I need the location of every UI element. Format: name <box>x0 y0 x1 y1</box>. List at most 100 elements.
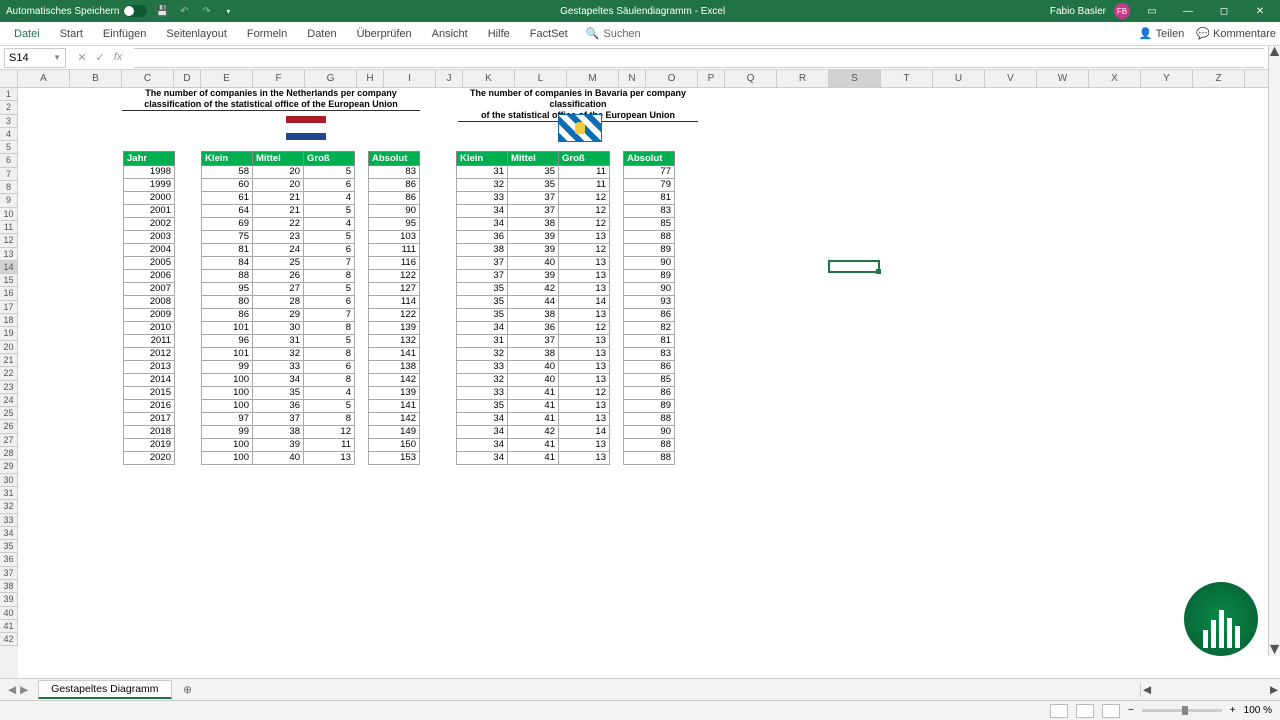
vertical-scrollbar[interactable]: ▲ ▼ <box>1268 46 1280 656</box>
row-header-26[interactable]: 26 <box>0 420 18 433</box>
scroll-left-icon[interactable]: ◀ <box>1141 684 1153 696</box>
table-row[interactable]: 60206 <box>202 179 355 192</box>
col-header-H[interactable]: H <box>357 70 384 87</box>
table-row[interactable]: 383912 <box>457 244 610 257</box>
table-row[interactable]: 2014 <box>124 374 175 387</box>
table-row[interactable]: 353813 <box>457 309 610 322</box>
sheet-tab-active[interactable]: Gestapeltes Diagramm <box>38 680 171 699</box>
col-header-S[interactable]: S <box>829 70 881 87</box>
row-header-21[interactable]: 21 <box>0 354 18 367</box>
table-row[interactable]: 149 <box>369 426 420 439</box>
table-row[interactable]: 2003 <box>124 231 175 244</box>
table-row[interactable]: 95 <box>369 218 420 231</box>
table-row[interactable]: 101328 <box>202 348 355 361</box>
row-header-10[interactable]: 10 <box>0 208 18 221</box>
row-header-30[interactable]: 30 <box>0 474 18 487</box>
table-row[interactable]: 2018 <box>124 426 175 439</box>
table-row[interactable]: 100354 <box>202 387 355 400</box>
row-header-3[interactable]: 3 <box>0 115 18 128</box>
table-row[interactable]: 122 <box>369 270 420 283</box>
row-header-11[interactable]: 11 <box>0 221 18 234</box>
table-row[interactable]: 139 <box>369 387 420 400</box>
sheet-nav-prev-icon[interactable]: ◀ <box>8 684 16 696</box>
table-row[interactable]: 111 <box>369 244 420 257</box>
table-row[interactable]: 101308 <box>202 322 355 335</box>
row-header-1[interactable]: 1 <box>0 88 18 101</box>
close-icon[interactable]: ✕ <box>1246 0 1274 22</box>
row-header-42[interactable]: 42 <box>0 633 18 646</box>
col-header-E[interactable]: E <box>201 70 253 87</box>
view-normal-icon[interactable] <box>1050 704 1068 718</box>
table-row[interactable]: 343612 <box>457 322 610 335</box>
table-row[interactable]: 2012 <box>124 348 175 361</box>
table-row[interactable]: 373913 <box>457 270 610 283</box>
table-row[interactable]: 83 <box>624 205 675 218</box>
col-header-L[interactable]: L <box>515 70 567 87</box>
autosave-toggle[interactable]: Automatisches Speichern <box>6 5 147 17</box>
sheet-nav-next-icon[interactable]: ▶ <box>20 684 28 696</box>
row-header-25[interactable]: 25 <box>0 407 18 420</box>
table-row[interactable]: 81 <box>624 335 675 348</box>
table-row[interactable]: 313511 <box>457 166 610 179</box>
row-header-18[interactable]: 18 <box>0 314 18 327</box>
row-header-20[interactable]: 20 <box>0 341 18 354</box>
table-row[interactable]: 99336 <box>202 361 355 374</box>
table-row[interactable]: 344214 <box>457 426 610 439</box>
horizontal-scrollbar[interactable]: ◀ ▶ <box>1140 683 1280 697</box>
col-header-F[interactable]: F <box>253 70 305 87</box>
table-row[interactable]: 90 <box>624 257 675 270</box>
table-row[interactable]: 90 <box>624 283 675 296</box>
table-row[interactable]: 334013 <box>457 361 610 374</box>
row-header-17[interactable]: 17 <box>0 301 18 314</box>
table-row[interactable]: 142 <box>369 374 420 387</box>
table-row[interactable]: 2001 <box>124 205 175 218</box>
table-row[interactable]: 83 <box>369 166 420 179</box>
row-header-12[interactable]: 12 <box>0 234 18 247</box>
row-header-39[interactable]: 39 <box>0 593 18 606</box>
table-row[interactable]: 85 <box>624 218 675 231</box>
undo-icon[interactable]: ↶ <box>177 4 191 18</box>
table-row[interactable]: 343712 <box>457 205 610 218</box>
select-all-button[interactable] <box>0 70 18 87</box>
view-pagelayout-icon[interactable] <box>1076 704 1094 718</box>
table-row[interactable]: 96315 <box>202 335 355 348</box>
table-row[interactable]: 86 <box>369 192 420 205</box>
table-row[interactable]: 141 <box>369 400 420 413</box>
worksheet-grid[interactable]: ABCDEFGHIJKLMNOPQRSTUVWXYZ 1234567891011… <box>0 70 1280 678</box>
tab-seitenlayout[interactable]: Seitenlayout <box>156 22 237 46</box>
col-header-T[interactable]: T <box>881 70 933 87</box>
table-row[interactable]: 374013 <box>457 257 610 270</box>
col-header-B[interactable]: B <box>70 70 122 87</box>
table-row[interactable]: 2020 <box>124 452 175 465</box>
table-row[interactable]: 323813 <box>457 348 610 361</box>
table-row[interactable]: 100365 <box>202 400 355 413</box>
table-row[interactable]: 132 <box>369 335 420 348</box>
name-box[interactable]: S14 ▼ <box>4 48 66 68</box>
table-row[interactable]: 2013 <box>124 361 175 374</box>
tab-daten[interactable]: Daten <box>297 22 346 46</box>
col-header-Z[interactable]: Z <box>1193 70 1245 87</box>
customize-qat-icon[interactable]: ▾ <box>221 4 235 18</box>
col-header-K[interactable]: K <box>463 70 515 87</box>
table-row[interactable]: 93 <box>624 296 675 309</box>
row-header-7[interactable]: 7 <box>0 168 18 181</box>
table-row[interactable]: 344113 <box>457 439 610 452</box>
table-row[interactable]: 88 <box>624 413 675 426</box>
table-row[interactable]: 80286 <box>202 296 355 309</box>
table-row[interactable]: 127 <box>369 283 420 296</box>
table-row[interactable]: 138 <box>369 361 420 374</box>
table-row[interactable]: 141 <box>369 348 420 361</box>
row-header-36[interactable]: 36 <box>0 553 18 566</box>
col-header-Q[interactable]: Q <box>725 70 777 87</box>
table-row[interactable]: 323511 <box>457 179 610 192</box>
scroll-down-icon[interactable]: ▼ <box>1269 644 1280 656</box>
table-row[interactable]: 122 <box>369 309 420 322</box>
table-row[interactable]: 2011 <box>124 335 175 348</box>
row-header-14[interactable]: 14 <box>0 261 18 274</box>
table-row[interactable]: 344113 <box>457 413 610 426</box>
table-row[interactable]: 1998 <box>124 166 175 179</box>
table-row[interactable]: 334112 <box>457 387 610 400</box>
table-row[interactable]: 83 <box>624 348 675 361</box>
table-row[interactable]: 354213 <box>457 283 610 296</box>
table-row[interactable]: 2007 <box>124 283 175 296</box>
